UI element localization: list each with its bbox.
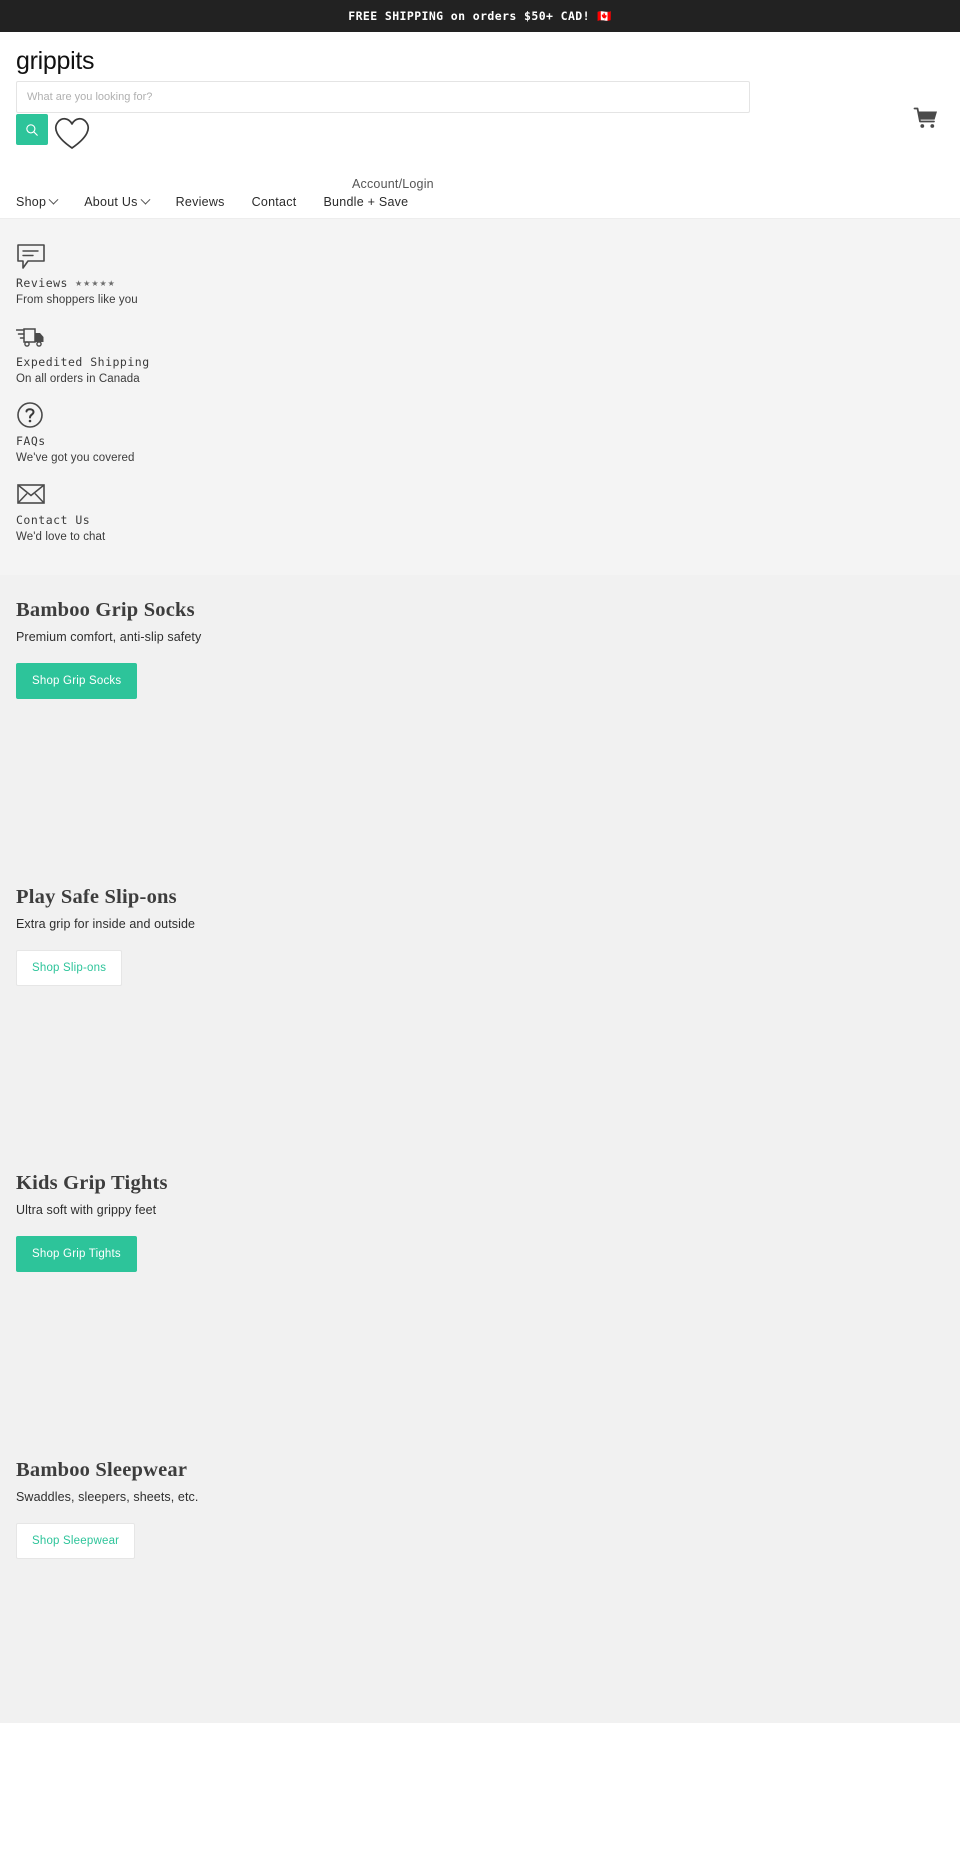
star-rating-icon: ★★★★★ (74, 279, 116, 288)
collection-title: Play Safe Slip-ons (16, 886, 177, 908)
value-prop-title-row: FAQs (16, 434, 944, 449)
canada-flag-icon: 🇨🇦 (596, 9, 612, 23)
value-prop-band: Reviews ★★★★★ From shoppers like you Exp… (0, 219, 960, 575)
heart-icon[interactable] (50, 109, 94, 153)
cart-icon[interactable] (913, 105, 939, 131)
collection-subtitle: Swaddles, sleepers, sheets, etc. (16, 1490, 199, 1504)
search-button[interactable] (16, 114, 48, 145)
collection-subtitle: Premium comfort, anti-slip safety (16, 630, 202, 644)
collection-subtitle: Extra grip for inside and outside (16, 917, 196, 931)
shop-sleepwear-button[interactable]: Shop Sleepwear (16, 1523, 136, 1559)
nav-item-shop[interactable]: Shop (16, 194, 59, 209)
value-prop-subtitle: On all orders in Canada (16, 373, 140, 385)
value-prop-subtitle: We've got you covered (16, 452, 135, 464)
value-prop-faqs[interactable]: FAQs We've got you covered (16, 401, 944, 466)
nav-item-label: Reviews (175, 195, 225, 209)
collection-title: Kids Grip Tights (16, 1172, 168, 1194)
account-login-link[interactable]: Account/Login (352, 177, 434, 191)
collection-subtitle: Ultra soft with grippy feet (16, 1203, 157, 1217)
nav-item-label: About Us (84, 195, 138, 209)
question-mark-icon (17, 402, 43, 428)
nav-item-contact[interactable]: Contact (252, 195, 297, 209)
collection-play-safe-slip-ons: Play Safe Slip-ons Extra grip for inside… (0, 864, 960, 1150)
value-prop-title-row: Contact Us (16, 513, 944, 528)
collection-bamboo-sleepwear: Bamboo Sleepwear Swaddles, sleepers, she… (0, 1437, 960, 1723)
collection-image (16, 1272, 944, 1437)
value-prop-title-row: Reviews ★★★★★ (16, 276, 944, 291)
chevron-down-icon (140, 194, 151, 205)
nav-item-label: Bundle + Save (323, 195, 409, 209)
nav-item-about-us[interactable]: About Us (84, 194, 151, 209)
shop-slip-ons-button[interactable]: Shop Slip-ons (16, 950, 123, 986)
value-prop-subtitle: From shoppers like you (16, 294, 138, 306)
value-prop-subtitle: We'd love to chat (16, 531, 106, 543)
shop-grip-socks-button[interactable]: Shop Grip Socks (16, 663, 138, 699)
collection-title: Bamboo Sleepwear (16, 1459, 188, 1481)
value-prop-title-row: Expedited Shipping (16, 355, 944, 370)
collection-bamboo-grip-socks: Bamboo Grip Socks Premium comfort, anti-… (0, 575, 960, 864)
announcement-bar: FREE SHIPPING on orders $50+ CAD! 🇨🇦 (0, 0, 960, 32)
value-prop-title: FAQs (16, 434, 46, 448)
site-logo[interactable]: grippits (16, 46, 944, 76)
shop-grip-tights-button[interactable]: Shop Grip Tights (16, 1236, 137, 1272)
site-header: grippits Account/Login (0, 32, 960, 191)
chat-bubble-icon (17, 244, 45, 269)
value-prop-shipping[interactable]: Expedited Shipping On all orders in Cana… (16, 322, 944, 387)
nav-item-label: Shop (16, 195, 47, 209)
collection-kids-grip-tights: Kids Grip Tights Ultra soft with grippy … (0, 1150, 960, 1437)
nav-item-bundle-save[interactable]: Bundle + Save (323, 195, 408, 209)
nav-item-label: Contact (251, 195, 297, 209)
value-prop-contact[interactable]: Contact Us We'd love to chat (16, 480, 944, 545)
collection-image (16, 986, 944, 1150)
chevron-down-icon (48, 194, 59, 205)
search-icon (26, 123, 38, 136)
value-prop-reviews[interactable]: Reviews ★★★★★ From shoppers like you (16, 243, 944, 308)
main-navigation: Shop About Us Reviews Contact Bundle + S… (0, 186, 960, 219)
collection-image (16, 699, 944, 864)
delivery-truck-icon (16, 328, 44, 347)
search-row (16, 81, 944, 149)
collection-image (16, 1559, 944, 1723)
value-prop-title: Expedited Shipping (16, 355, 150, 369)
nav-item-reviews[interactable]: Reviews (176, 195, 225, 209)
envelope-icon (17, 484, 45, 504)
value-prop-title: Reviews (16, 276, 68, 290)
value-prop-title: Contact Us (16, 513, 91, 527)
collection-title: Bamboo Grip Socks (16, 599, 195, 621)
search-input[interactable] (16, 81, 750, 113)
announcement-text: FREE SHIPPING on orders $50+ CAD! (348, 9, 590, 23)
